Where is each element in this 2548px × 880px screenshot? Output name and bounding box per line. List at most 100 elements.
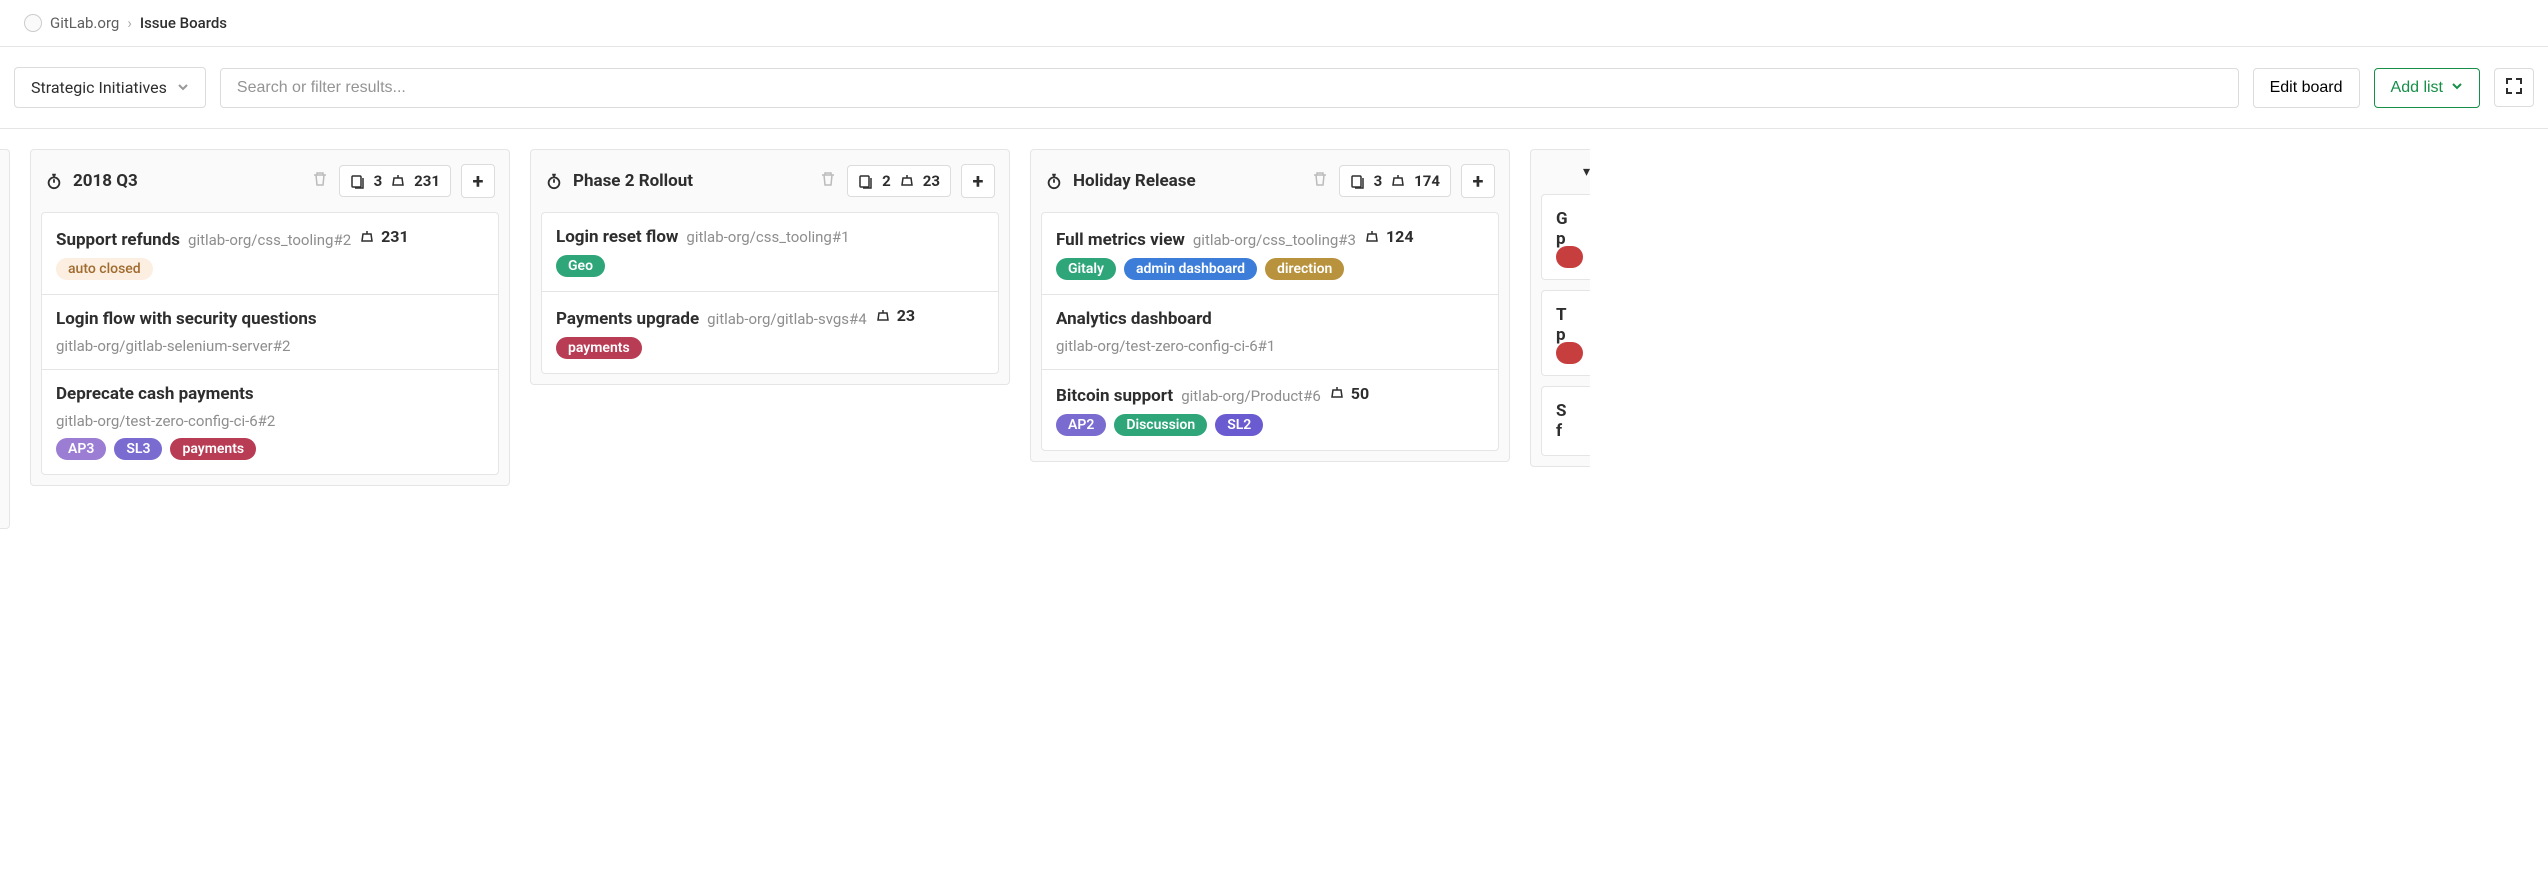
card-title: Support refunds [56,230,180,250]
edit-board-button[interactable]: Edit board [2253,68,2360,108]
board-list: 2018 Q3 3 231 + Support refunds gitlab-o… [30,149,510,486]
list-header: 2018 Q3 3 231 + [31,150,509,212]
delete-list-button[interactable] [819,170,837,192]
chevron-down-icon [2451,79,2463,97]
list-count: 3 [1374,172,1383,190]
add-card-button[interactable]: + [461,164,495,198]
card-title: Full metrics view [1056,230,1185,250]
weight-icon [899,173,915,189]
issue-card[interactable]: Bitcoin support gitlab-org/Product#6 50 … [1041,370,1499,452]
list-title: Phase 2 Rollout [545,171,809,191]
label[interactable]: payments [170,438,256,460]
weight-icon [1364,229,1380,245]
label[interactable]: AP3 [56,438,106,460]
issue-card[interactable]: G p [1541,194,1590,280]
label[interactable]: AP2 [1056,414,1106,436]
list-counter: 2 23 [847,165,951,197]
card-weight: 231 [359,227,409,246]
card-weight: 50 [1329,384,1369,403]
card-weight: 23 [875,306,915,325]
expand-icon [2505,77,2523,95]
breadcrumb-separator: › [127,14,132,32]
board-list-partial[interactable]: ▾ G p T p S f [1530,149,1590,467]
card-title: Login reset flow [556,227,678,247]
list-counter: 3 231 [339,165,451,197]
label [1556,342,1583,364]
list-header: Phase 2 Rollout 2 23 + [531,150,1009,212]
card-ref: gitlab-org/test-zero-config-ci-6#1 [1056,337,1484,355]
card-title: T [1556,305,1576,325]
add-list-button[interactable]: Add list [2374,68,2480,108]
list-title-text: 2018 Q3 [73,171,138,191]
search-input[interactable] [220,68,2239,108]
stopwatch-icon [1045,172,1063,190]
list-sliver-prev[interactable] [0,149,10,529]
trash-icon [819,170,837,188]
label[interactable]: Discussion [1114,414,1207,436]
trash-icon [1311,170,1329,188]
fullscreen-button[interactable] [2494,68,2534,107]
add-card-button[interactable]: + [961,164,995,198]
label[interactable]: Gitaly [1056,258,1116,280]
card-title: Login flow with security questions [56,309,317,329]
list-title: 2018 Q3 [45,171,301,191]
cards-icon [350,173,366,189]
card-ref: gitlab-org/css_tooling#2 [188,231,351,249]
issue-card[interactable]: Payments upgrade gitlab-org/gitlab-svgs#… [541,292,999,374]
label[interactable]: direction [1265,258,1344,280]
issue-card[interactable]: T p [1541,290,1590,376]
board-list: Holiday Release 3 174 + Full metrics vie… [1030,149,1510,462]
board-area: 2018 Q3 3 231 + Support refunds gitlab-o… [0,129,2548,549]
issue-card[interactable]: Login reset flow gitlab-org/css_tooling#… [541,212,999,292]
issue-card[interactable]: Full metrics view gitlab-org/css_tooling… [1041,212,1499,295]
cards-container: Login reset flow gitlab-org/css_tooling#… [531,212,1009,384]
issue-card[interactable]: Analytics dashboard gitlab-org/test-zero… [1041,295,1499,370]
issue-card[interactable]: Deprecate cash payments gitlab-org/test-… [41,370,499,475]
add-list-label: Add list [2391,79,2443,97]
card-weight: 124 [1364,227,1414,246]
label[interactable]: admin dashboard [1124,258,1257,280]
list-count: 3 [374,172,383,190]
card-ref: gitlab-org/gitlab-svgs#4 [707,310,867,328]
chevron-down-icon: ▾ [1583,164,1590,180]
breadcrumb-org[interactable]: GitLab.org [50,14,119,32]
card-ref: gitlab-org/test-zero-config-ci-6#2 [56,412,484,430]
stopwatch-icon [545,172,563,190]
delete-list-button[interactable] [311,170,329,192]
chevron-down-icon [177,78,189,97]
add-card-button[interactable]: + [1461,164,1495,198]
issue-card[interactable]: Support refunds gitlab-org/css_tooling#2… [41,212,499,295]
card-ref: gitlab-org/css_tooling#3 [1193,231,1356,249]
card-ref: gitlab-org/css_tooling#1 [686,228,849,246]
delete-list-button[interactable] [1311,170,1329,192]
label[interactable]: Geo [556,255,605,277]
label[interactable]: SL3 [114,438,162,460]
breadcrumb-page[interactable]: Issue Boards [140,14,227,32]
breadcrumb: GitLab.org › Issue Boards [0,0,2548,47]
board-name: Strategic Initiatives [31,78,167,97]
list-weight: 23 [923,172,940,190]
cards-container: Full metrics view gitlab-org/css_tooling… [1031,212,1509,461]
list-header: Holiday Release 3 174 + [1031,150,1509,212]
weight-icon [359,229,375,245]
label[interactable]: auto closed [56,258,153,280]
card-title: Analytics dashboard [1056,309,1212,329]
board-list: Phase 2 Rollout 2 23 + Login reset flow … [530,149,1010,385]
issue-card[interactable]: S f [1541,386,1590,456]
toolbar: Strategic Initiatives Edit board Add lis… [0,47,2548,129]
trash-icon [311,170,329,188]
list-count: 2 [882,172,891,190]
list-title-text: Holiday Release [1073,171,1196,191]
issue-card[interactable]: Login flow with security questions gitla… [41,295,499,370]
card-ref: gitlab-org/Product#6 [1181,387,1321,405]
weight-icon [1329,385,1345,401]
label[interactable]: payments [556,337,642,359]
label[interactable]: SL2 [1215,414,1263,436]
list-weight: 231 [414,172,440,190]
list-title-text: Phase 2 Rollout [573,171,693,191]
org-avatar [24,14,42,32]
weight-icon [390,173,406,189]
board-selector[interactable]: Strategic Initiatives [14,67,206,108]
card-ref: gitlab-org/gitlab-selenium-server#2 [56,337,484,355]
weight-icon [875,308,891,324]
